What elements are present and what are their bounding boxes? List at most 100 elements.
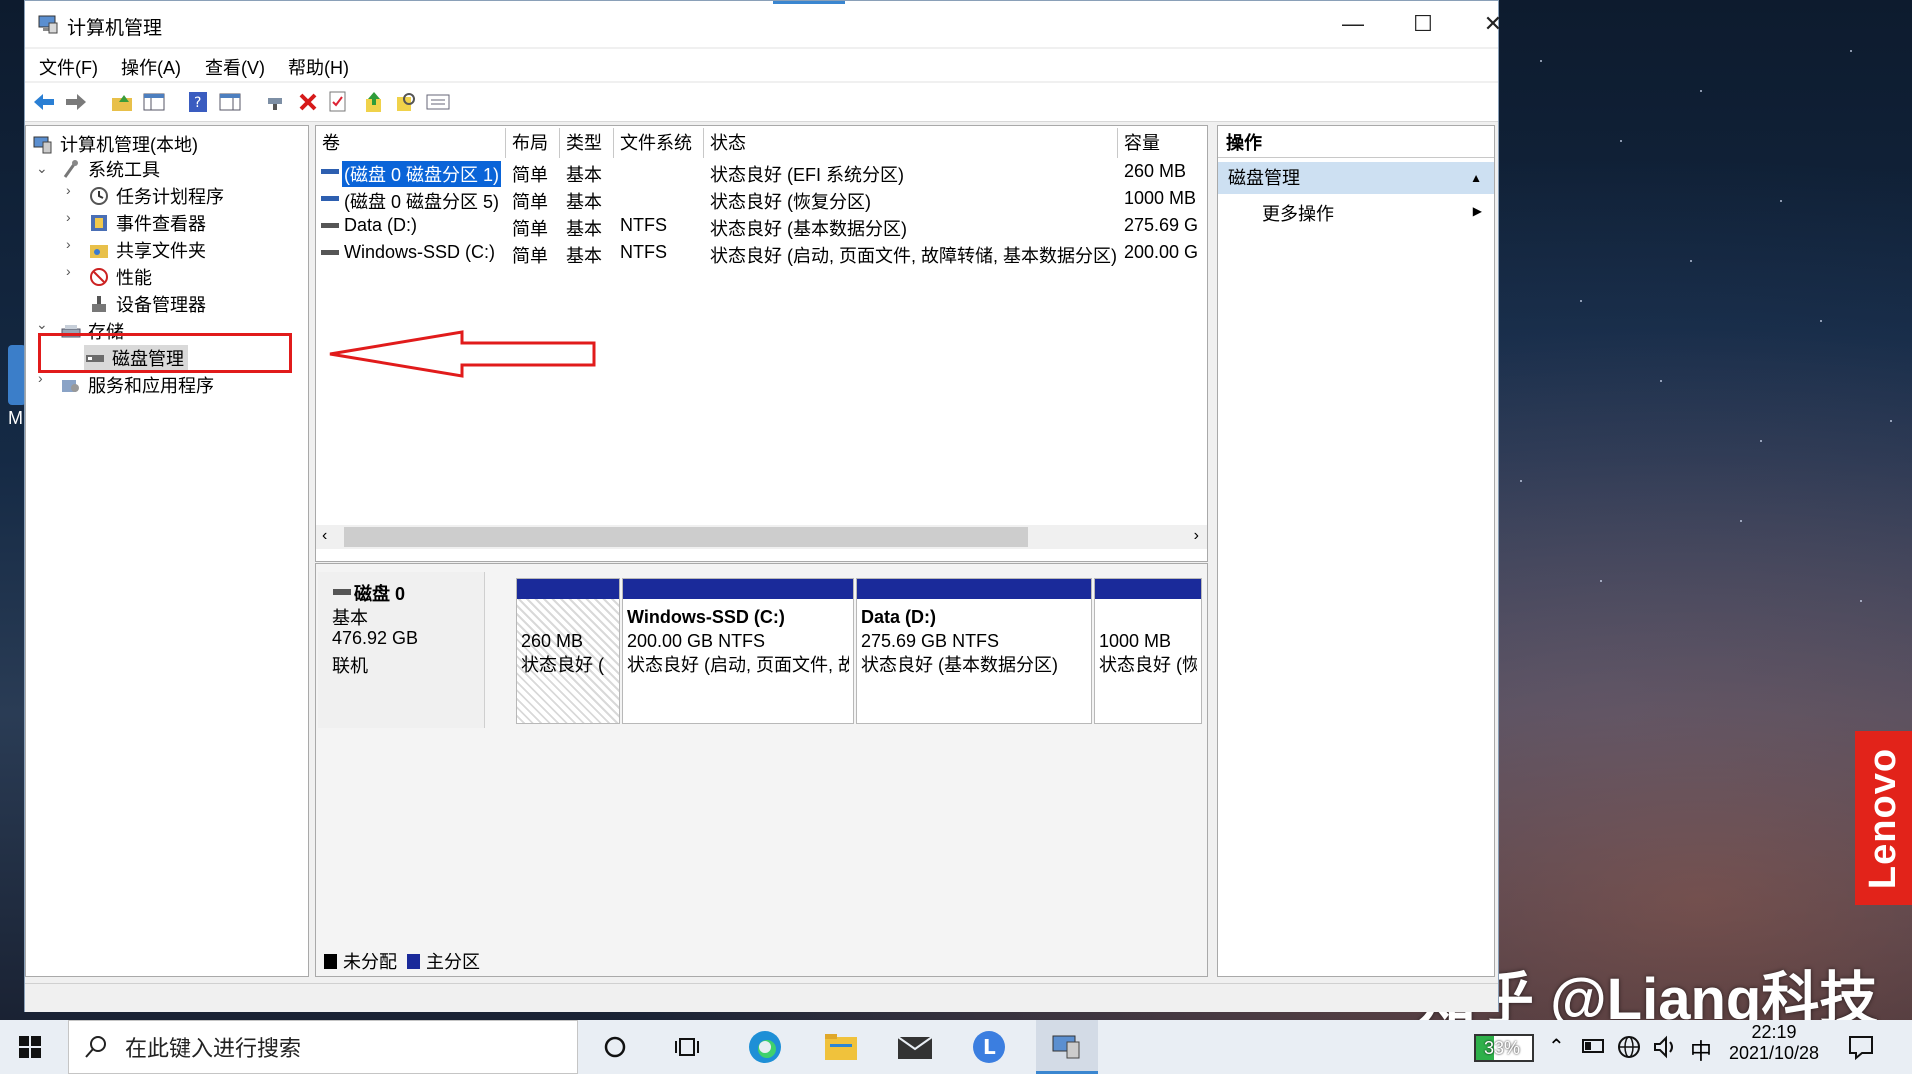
taskbar-search[interactable]: 在此键入进行搜索	[68, 1020, 578, 1074]
list-view-icon[interactable]	[425, 89, 451, 115]
notification-icon[interactable]	[1848, 1034, 1874, 1065]
up-folder-icon[interactable]	[109, 89, 135, 115]
scroll-left-icon[interactable]: ‹	[322, 527, 327, 545]
tree-performance-label: 性能	[116, 268, 152, 288]
maximize-button[interactable]: ☐	[1388, 1, 1458, 47]
edge-button[interactable]	[740, 1020, 790, 1074]
chevron-down-icon[interactable]: ⌄	[36, 316, 48, 333]
menu-view[interactable]: 查看(V)	[205, 54, 265, 80]
volume-filesystem: NTFS	[620, 242, 667, 262]
partition-windows-ssd[interactable]: Windows-SSD (C:) 200.00 GB NTFS 状态良好 (启动…	[622, 578, 854, 724]
task-view-button[interactable]	[662, 1020, 712, 1074]
scroll-right-icon[interactable]: ›	[1194, 527, 1199, 545]
clock-icon	[88, 185, 110, 207]
partition-efi[interactable]: 260 MB 状态良好 (	[516, 578, 620, 724]
partition-status: 状态良好 (启动, 页面文件, 故	[627, 655, 849, 675]
disk-info[interactable]: 磁盘 0 基本 476.92 GB 联机	[318, 572, 485, 728]
chevron-right-icon[interactable]: ›	[66, 182, 71, 198]
tree-services-apps-label: 服务和应用程序	[88, 376, 214, 396]
input-method-indicator[interactable]: 中	[1690, 1034, 1712, 1066]
minimize-button[interactable]: —	[1318, 1, 1388, 47]
tree-shared-folders[interactable]: 共享文件夹	[88, 237, 206, 263]
mail-icon	[897, 1036, 933, 1059]
tree-system-tools[interactable]: 系统工具	[60, 156, 160, 182]
forward-arrow-icon[interactable]	[63, 89, 89, 115]
column-header-type[interactable]: 类型	[560, 128, 614, 158]
computer-management-taskbar-button[interactable]	[1036, 1020, 1098, 1074]
taskbar: 在此键入进行搜索 L 33% ⌃ 中 22:19 2021/10/28	[0, 1020, 1912, 1074]
clock[interactable]: 22:19 2021/10/28	[1720, 1022, 1828, 1064]
help-icon[interactable]: ?	[185, 89, 211, 115]
task-view-cortana-button[interactable]	[590, 1020, 640, 1074]
volume-layout: 简单	[512, 192, 548, 212]
chevron-down-icon[interactable]: ⌄	[36, 160, 48, 177]
table-row[interactable]: Data (D:) 简单 基本 NTFS 状态良好 (基本数据分区) 275.6…	[316, 214, 1207, 241]
battery-icon[interactable]	[1582, 1038, 1606, 1059]
mail-button[interactable]	[890, 1020, 940, 1074]
battery-percent: 33%	[1484, 1038, 1521, 1058]
volume-icon[interactable]	[1652, 1034, 1678, 1065]
connect-icon[interactable]	[263, 89, 289, 115]
table-row[interactable]: (磁盘 0 磁盘分区 5) 简单 基本 状态良好 (恢复分区) 1000 MB	[316, 187, 1207, 214]
column-header-volume[interactable]: 卷	[316, 128, 506, 158]
tree-event-viewer[interactable]: 事件查看器	[88, 210, 206, 236]
volume-capacity: 260 MB	[1124, 161, 1187, 181]
show-tree-icon[interactable]	[141, 89, 167, 115]
volume-status: 状态良好 (EFI 系统分区)	[710, 165, 904, 185]
column-header-filesystem[interactable]: 文件系统	[614, 128, 704, 158]
more-actions[interactable]: 更多操作	[1262, 200, 1334, 226]
export-icon[interactable]	[361, 89, 387, 115]
chevron-right-icon[interactable]: ›	[66, 236, 71, 252]
computer-management-icon	[37, 13, 59, 35]
menu-action[interactable]: 操作(A)	[121, 54, 181, 80]
tree-performance[interactable]: 性能	[88, 264, 152, 290]
start-button[interactable]	[0, 1020, 60, 1074]
legend: 未分配 主分区	[324, 948, 480, 974]
volume-name: Windows-SSD (C:)	[344, 242, 496, 262]
properties-pane-icon[interactable]	[217, 89, 243, 115]
window-title: 计算机管理	[67, 18, 163, 39]
tree-services-apps[interactable]: 服务和应用程序	[60, 372, 214, 398]
chevron-right-icon[interactable]: ›	[66, 209, 71, 225]
folder-icon	[825, 1034, 857, 1060]
column-header-status[interactable]: 状态	[704, 128, 1118, 158]
lenovo-app-button[interactable]: L	[964, 1020, 1014, 1074]
scroll-thumb[interactable]	[344, 527, 1028, 547]
chevron-right-icon[interactable]: ›	[66, 263, 71, 279]
chevron-up-icon[interactable]: ⌃	[1548, 1034, 1565, 1059]
partition-recovery[interactable]: 1000 MB 状态良好 (恢复	[1094, 578, 1202, 724]
volume-icon	[320, 242, 342, 267]
svg-text:?: ?	[194, 95, 201, 111]
highlight-box	[38, 333, 292, 373]
table-row[interactable]: Windows-SSD (C:) 简单 基本 NTFS 状态良好 (启动, 页面…	[316, 241, 1207, 268]
delete-icon[interactable]	[295, 89, 321, 115]
tree-device-manager[interactable]: 设备管理器	[88, 291, 206, 317]
column-header-layout[interactable]: 布局	[506, 128, 560, 158]
menu-file[interactable]: 文件(F)	[39, 54, 98, 80]
network-globe-icon[interactable]	[1616, 1034, 1642, 1065]
battery-indicator[interactable]: 33%	[1474, 1034, 1534, 1062]
menu-help[interactable]: 帮助(H)	[288, 54, 349, 80]
submenu-arrow-icon[interactable]: ▶	[1473, 204, 1482, 218]
tree-task-scheduler[interactable]: 任务计划程序	[88, 183, 224, 209]
back-arrow-icon[interactable]	[31, 89, 57, 115]
actions-section-disk-management[interactable]: 磁盘管理 ▲	[1218, 162, 1494, 194]
check-properties-icon[interactable]	[325, 89, 351, 115]
volume-status: 状态良好 (恢复分区)	[710, 192, 871, 212]
title-bar[interactable]: 计算机管理 — ☐ ✕	[25, 1, 1502, 47]
partition-data[interactable]: Data (D:) 275.69 GB NTFS 状态良好 (基本数据分区)	[856, 578, 1092, 724]
partition-bar	[517, 579, 619, 599]
tree-root[interactable]: 计算机管理(本地)	[32, 131, 198, 157]
disk-state: 联机	[332, 656, 368, 676]
file-explorer-button[interactable]	[816, 1020, 866, 1074]
table-row[interactable]: (磁盘 0 磁盘分区 1) 简单 基本 状态良好 (EFI 系统分区) 260 …	[316, 160, 1207, 187]
tree-root-label: 计算机管理(本地)	[60, 135, 198, 155]
volume-filesystem: NTFS	[620, 215, 667, 235]
actions-section-label: 磁盘管理	[1228, 168, 1300, 188]
find-icon[interactable]	[393, 89, 419, 115]
close-button[interactable]: ✕	[1458, 1, 1528, 47]
column-header-capacity[interactable]: 容量	[1118, 128, 1207, 158]
collapse-up-icon[interactable]: ▲	[1470, 162, 1482, 194]
horizontal-scrollbar[interactable]: ‹ ›	[316, 525, 1207, 549]
volume-capacity: 275.69 G	[1124, 215, 1199, 235]
